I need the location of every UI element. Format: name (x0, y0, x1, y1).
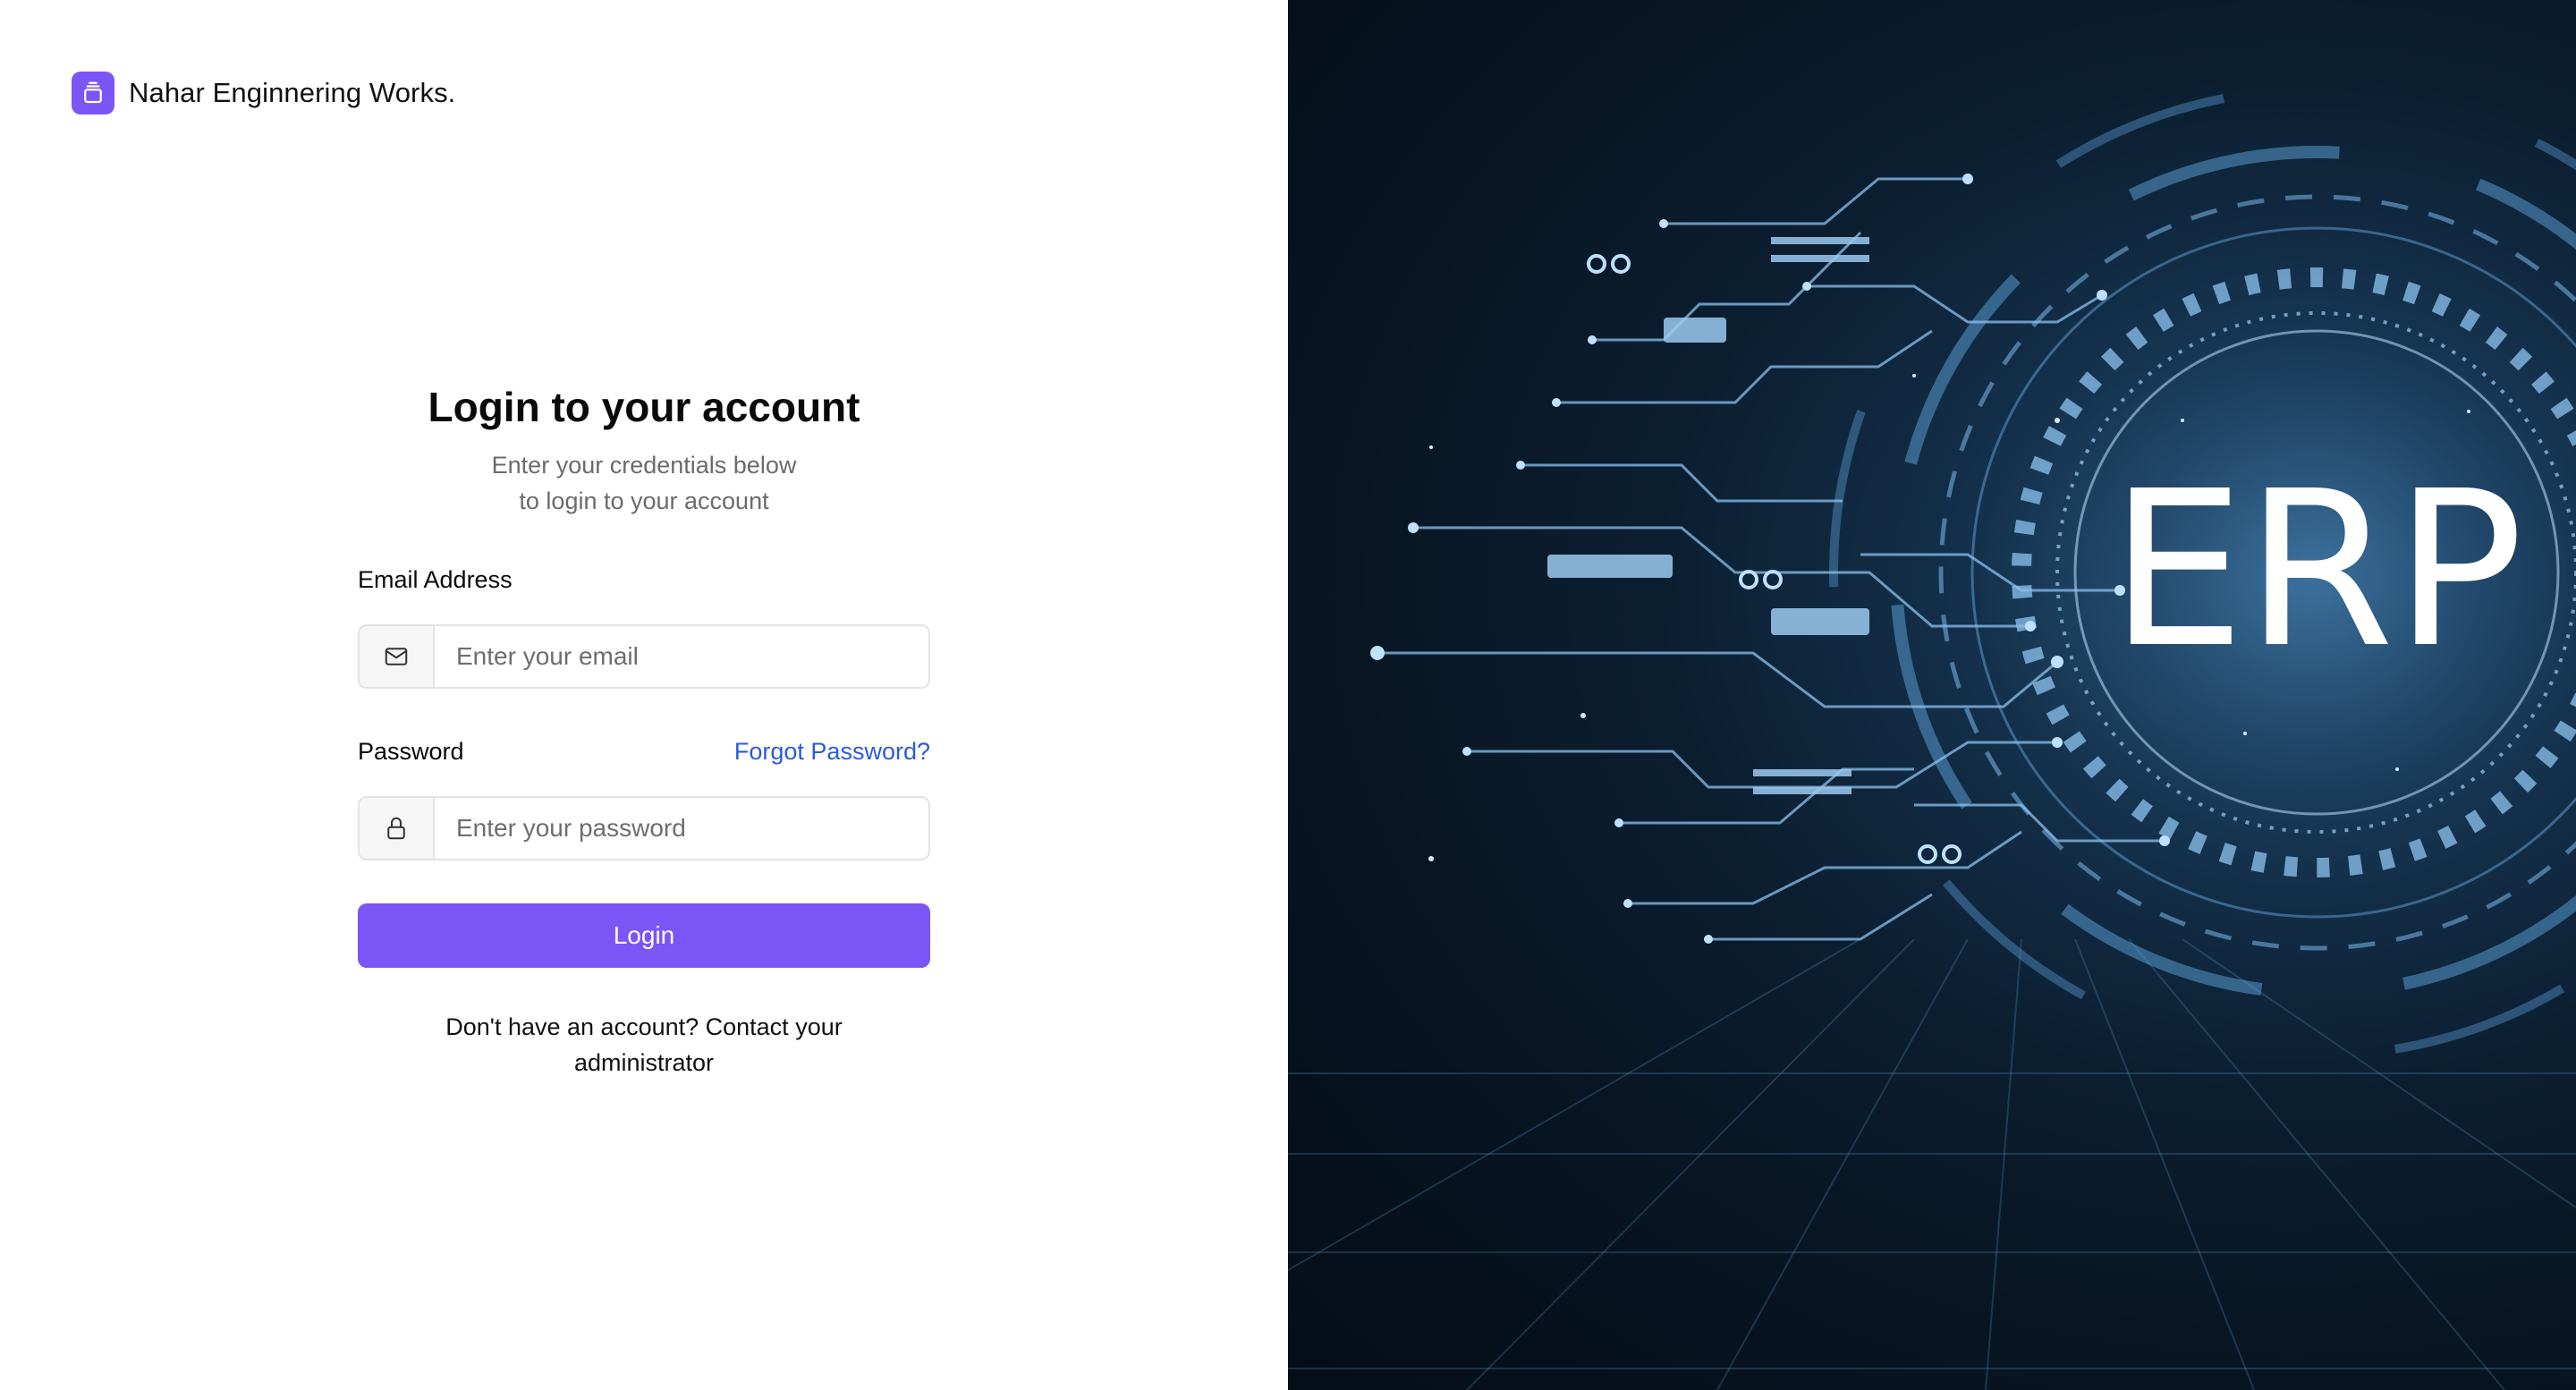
email-label-row: Email Address (358, 562, 930, 598)
brand[interactable]: Nahar Enginnering Works. (72, 72, 455, 114)
erp-circuit-illustration: ERP (1288, 0, 2576, 1390)
email-field-group (358, 624, 930, 689)
subtitle-line-2: to login to your account (519, 487, 769, 514)
login-form: Login to your account Enter your credent… (358, 376, 930, 1081)
password-field[interactable] (435, 798, 928, 859)
password-field-group (358, 796, 930, 860)
page-subtitle: Enter your credentials below to login to… (358, 447, 930, 519)
password-label-row: Password Forgot Password? (358, 733, 930, 769)
archive-box-icon (72, 72, 114, 114)
login-panel: Nahar Enginnering Works. Login to your a… (0, 0, 1288, 1390)
erp-logo-text: ERP (2109, 445, 2523, 695)
login-button[interactable]: Login (358, 903, 930, 968)
hero-image: ERP (1288, 0, 2576, 1390)
email-field[interactable] (435, 626, 928, 687)
login-page: Nahar Enginnering Works. Login to your a… (0, 0, 2576, 1390)
forgot-password-link[interactable]: Forgot Password? (734, 738, 930, 766)
email-label: Email Address (358, 565, 513, 593)
lock-icon (360, 798, 435, 859)
mail-icon (360, 626, 435, 687)
password-label: Password (358, 737, 464, 765)
brand-name: Nahar Enginnering Works. (129, 77, 456, 108)
contact-admin-text: Don't have an account? Contact your admi… (445, 1013, 843, 1076)
subtitle-line-1: Enter your credentials below (491, 452, 797, 479)
page-title: Login to your account (428, 384, 860, 430)
